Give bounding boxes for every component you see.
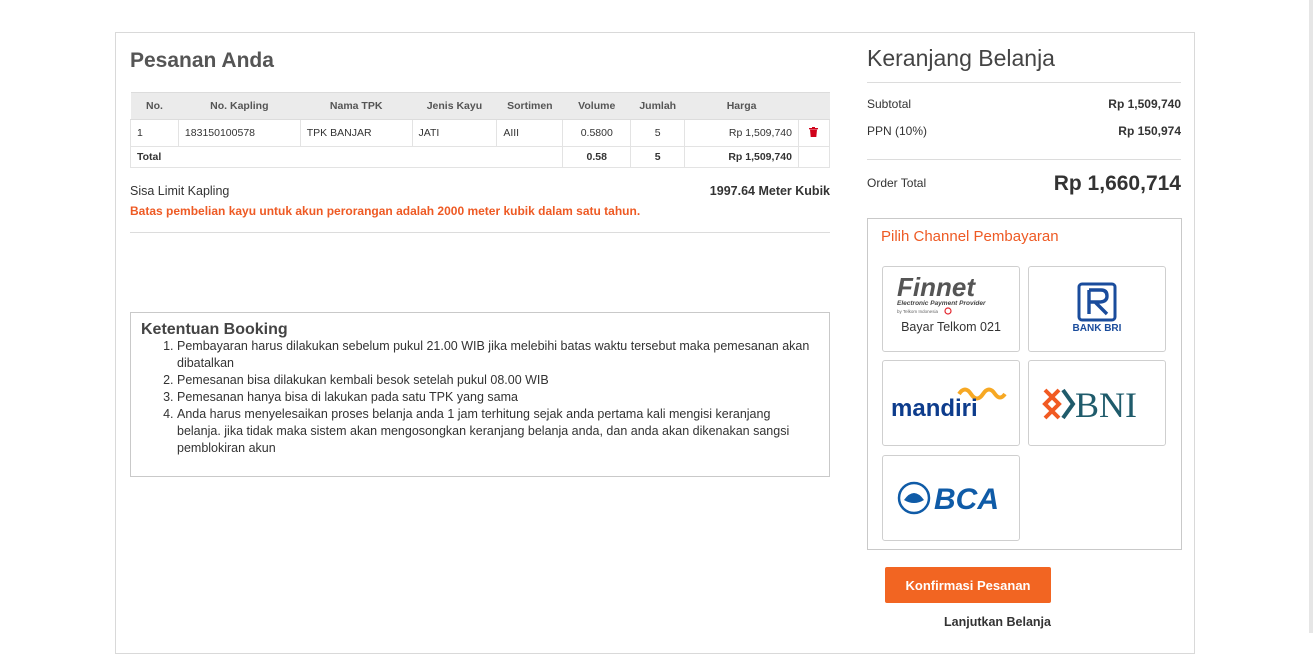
booking-terms-box: Ketentuan Booking Pembayaran harus dilak… — [130, 312, 830, 477]
total-jumlah: 5 — [630, 146, 686, 168]
page-scrollbar[interactable] — [1309, 0, 1313, 633]
terms-item: Anda harus menyelesaikan proses belanja … — [177, 406, 817, 457]
svg-text:by Telkom Indonesia: by Telkom Indonesia — [897, 309, 938, 314]
cell-jumlah: 5 — [630, 119, 686, 147]
column-header: No. Kapling — [178, 92, 301, 120]
total-label: Total — [129, 146, 564, 168]
svg-text:mandiri: mandiri — [891, 395, 978, 422]
table-row: 1 183150100578 TPK BANJAR JATI AIII 0.58… — [130, 119, 831, 147]
table-header-row: No. No. Kapling Nama TPK Jenis Kayu Sort… — [130, 92, 830, 120]
finnet-caption: Bayar Telkom 021 — [901, 320, 1001, 334]
terms-list: Pembayaran harus dilakukan sebelum pukul… — [131, 338, 817, 457]
trash-icon[interactable] — [809, 126, 819, 140]
divider — [867, 82, 1181, 83]
bni-logo: BNI — [1042, 385, 1137, 425]
payment-option-bni[interactable]: BNI — [1028, 360, 1166, 446]
svg-text:BCA: BCA — [934, 483, 999, 516]
total-empty-cell — [797, 146, 831, 168]
cell-no: 1 — [130, 119, 179, 147]
limit-label: Sisa Limit Kapling — [130, 184, 230, 198]
bca-logo: BCA — [897, 481, 999, 516]
mandiri-logo: mandiri — [891, 387, 1007, 422]
ppn-value: Rp 150,974 — [1118, 124, 1181, 138]
column-header: Jumlah — [630, 92, 685, 120]
total-harga: Rp 1,509,740 — [684, 146, 799, 168]
column-header: Sortimen — [496, 92, 563, 120]
payment-option-finnet[interactable]: Finnet Electronic Payment Provider by Te… — [882, 266, 1020, 352]
table-total-row: Total 0.58 5 Rp 1,509,740 — [129, 146, 831, 168]
confirm-order-button[interactable]: Konfirmasi Pesanan — [885, 567, 1051, 603]
payment-option-bri[interactable]: BANK BRI — [1028, 266, 1166, 352]
cell-sortimen: AIII — [496, 119, 564, 147]
bri-logo: BANK BRI — [1073, 282, 1122, 334]
divider — [867, 159, 1181, 160]
column-header-action — [798, 92, 830, 120]
order-total-value: Rp 1,660,714 — [1053, 172, 1181, 195]
ppn-label: PPN (10%) — [867, 124, 928, 138]
limit-warning: Batas pembelian kayu untuk akun perorang… — [130, 204, 641, 218]
order-total-label: Order Total — [867, 176, 927, 190]
column-header: No. — [130, 92, 179, 120]
cell-action — [797, 119, 831, 147]
subtotal-value: Rp 1,509,740 — [1108, 97, 1181, 111]
cart-title: Keranjang Belanja — [867, 45, 1055, 71]
continue-shopping-link[interactable]: Lanjutkan Belanja — [944, 615, 1051, 629]
svg-text:Electronic Payment Provider: Electronic Payment Provider — [897, 300, 986, 307]
payment-title: Pilih Channel Pembayaran — [881, 228, 1059, 245]
svg-text:BNI: BNI — [1075, 385, 1137, 425]
column-header: Volume — [562, 92, 631, 120]
cell-harga: Rp 1,509,740 — [684, 119, 799, 147]
order-table: No. No. Kapling Nama TPK Jenis Kayu Sort… — [129, 92, 831, 168]
subtotal-label: Subtotal — [867, 97, 912, 111]
terms-item: Pemesanan bisa dilakukan kembali besok s… — [177, 372, 817, 389]
page-title: Pesanan Anda — [130, 49, 274, 72]
divider — [130, 232, 830, 233]
column-header: Harga — [684, 92, 799, 120]
cell-kapling: 183150100578 — [177, 119, 301, 147]
terms-item: Pemesanan hanya bisa di lakukan pada sat… — [177, 389, 817, 406]
payment-option-bca[interactable]: BCA — [882, 455, 1020, 541]
cell-tpk: TPK BANJAR — [299, 119, 413, 147]
limit-value: 1997.64 Meter Kubik — [709, 184, 830, 198]
checkout-panel: Pesanan Anda No. No. Kapling Nama TPK Je… — [115, 32, 1195, 654]
svg-text:Finnet: Finnet — [897, 272, 976, 302]
finnet-logo: Finnet Electronic Payment Provider by Te… — [897, 272, 986, 315]
svg-text:BANK BRI: BANK BRI — [1073, 323, 1122, 334]
payment-option-mandiri[interactable]: mandiri — [882, 360, 1020, 446]
payment-channel-box: Pilih Channel Pembayaran Finnet Electron… — [867, 218, 1182, 550]
cell-jenis: JATI — [411, 119, 498, 147]
column-header: Nama TPK — [300, 92, 413, 120]
terms-title: Ketentuan Booking — [141, 321, 288, 338]
terms-item: Pembayaran harus dilakukan sebelum pukul… — [177, 338, 817, 372]
total-volume: 0.58 — [562, 146, 632, 168]
cell-volume: 0.5800 — [562, 119, 632, 147]
column-header: Jenis Kayu — [412, 92, 497, 120]
